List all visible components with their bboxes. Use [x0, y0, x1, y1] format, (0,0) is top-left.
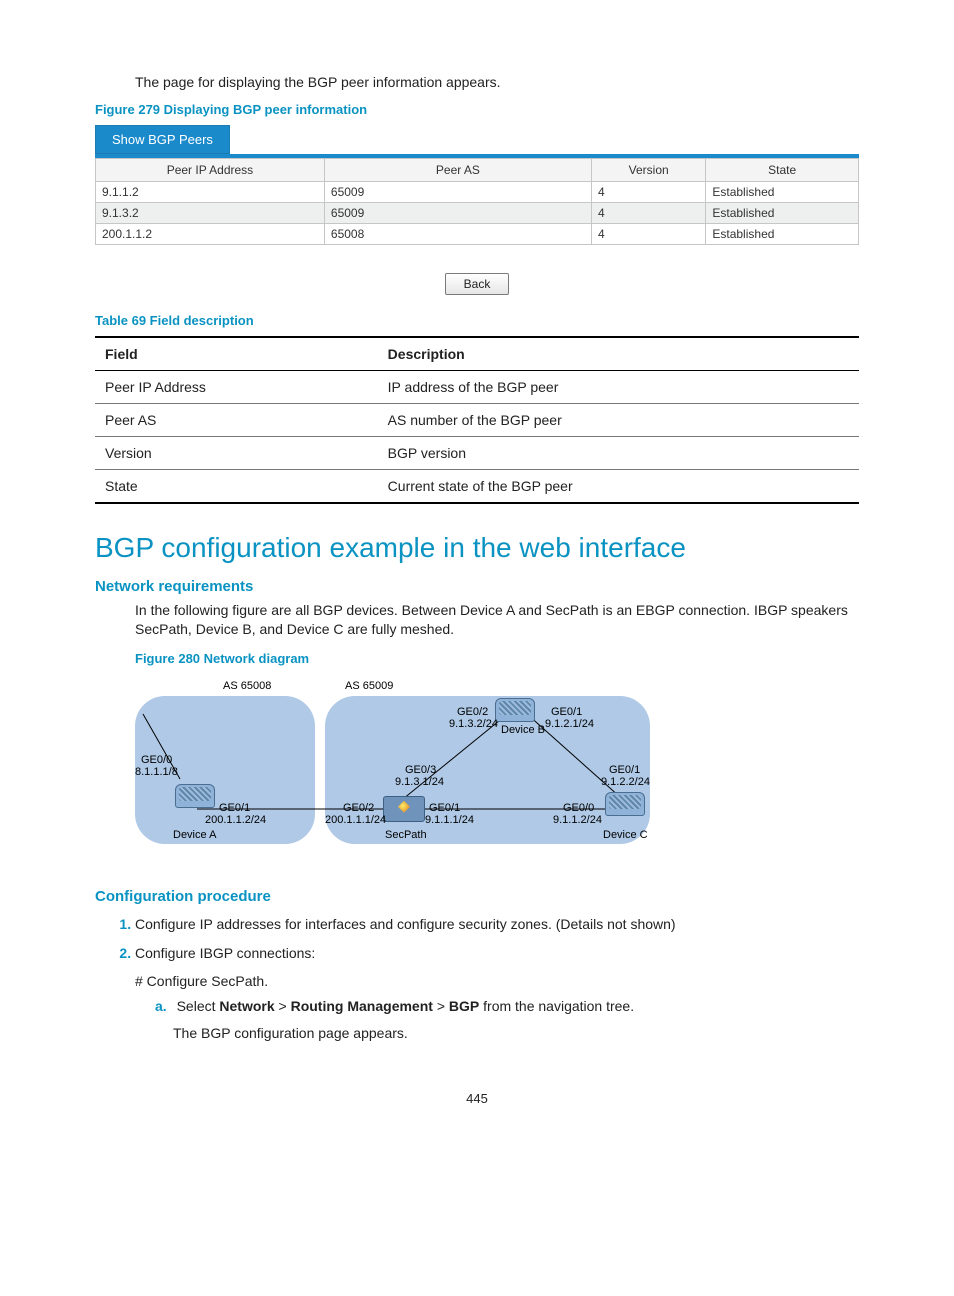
desc-col-description: Description — [378, 337, 859, 371]
secpath-icon — [383, 796, 423, 822]
step-2a-marker: a. — [155, 998, 167, 1014]
label-sp-ge01-ip: 9.1.1.1/24 — [425, 814, 474, 826]
label-ge03-sp: GE0/3 — [405, 764, 436, 776]
step-2a-result: The BGP configuration page appears. — [173, 1024, 859, 1043]
device-c-icon — [605, 792, 645, 818]
label-ge01-sp: GE0/1 — [429, 802, 460, 814]
field-description-table: Field Description Peer IP AddressIP addr… — [95, 336, 859, 504]
label-sp-ge02-ip: 200.1.1.1/24 — [325, 814, 386, 826]
label-ge00-c: GE0/0 — [563, 802, 594, 814]
label-c-ge01-ip: 9.1.2.2/24 — [601, 776, 650, 788]
label-ge02-sp: GE0/2 — [343, 802, 374, 814]
page-number: 445 — [95, 1091, 859, 1106]
label-ge01-c: GE0/1 — [609, 764, 640, 776]
network-requirements-para: In the following figure are all BGP devi… — [135, 601, 859, 639]
col-peer-as: Peer AS — [324, 159, 591, 182]
label-device-a: Device A — [173, 829, 216, 841]
config-procedure-heading: Configuration procedure — [95, 888, 859, 905]
label-a-ge01-ip: 200.1.1.2/24 — [205, 814, 266, 826]
network-diagram: AS 65008 AS 65009 GE0/0 8.1.1.1/8 GE0/1 … — [135, 674, 655, 874]
back-button[interactable]: Back — [445, 273, 510, 295]
section-heading: BGP configuration example in the web int… — [95, 532, 859, 564]
label-c-ge00-ip: 9.1.1.2/24 — [553, 814, 602, 826]
col-state: State — [706, 159, 859, 182]
bgp-tab: Show BGP Peers — [95, 125, 230, 154]
step-2: Configure IBGP connections: # Configure … — [135, 944, 859, 1043]
as-label-left: AS 65008 — [223, 680, 271, 692]
table-row: Peer ASAS number of the BGP peer — [95, 404, 859, 437]
label-b-ge02-ip: 9.1.3.2/24 — [449, 718, 498, 730]
device-a-icon — [175, 784, 215, 810]
table-69-caption: Table 69 Field description — [95, 313, 859, 328]
step-2a: a. Select Network > Routing Management >… — [155, 997, 859, 1043]
desc-col-field: Field — [95, 337, 378, 371]
label-b-ge01-ip: 9.1.2.1/24 — [545, 718, 594, 730]
procedure-list: Configure IP addresses for interfaces an… — [115, 915, 859, 1044]
label-device-b: Device B — [501, 724, 545, 736]
label-secpath: SecPath — [385, 829, 427, 841]
intro-paragraph: The page for displaying the BGP peer inf… — [135, 74, 859, 90]
table-row: 9.1.1.2 65009 4 Established — [96, 182, 859, 203]
table-row: StateCurrent state of the BGP peer — [95, 470, 859, 504]
col-version: Version — [591, 159, 705, 182]
table-row: VersionBGP version — [95, 437, 859, 470]
label-device-c: Device C — [603, 829, 648, 841]
step-1: Configure IP addresses for interfaces an… — [135, 915, 859, 935]
label-a-ge00-ip: 8.1.1.1/8 — [135, 766, 178, 778]
label-ge01-b: GE0/1 — [551, 706, 582, 718]
network-requirements-heading: Network requirements — [95, 578, 859, 595]
step-2-sub: # Configure SecPath. — [135, 972, 859, 991]
label-ge02-b: GE0/2 — [457, 706, 488, 718]
table-row: Peer IP AddressIP address of the BGP pee… — [95, 371, 859, 404]
figure-279-caption: Figure 279 Displaying BGP peer informati… — [95, 102, 859, 117]
col-peer-ip: Peer IP Address — [96, 159, 325, 182]
table-row: 9.1.3.2 65009 4 Established — [96, 203, 859, 224]
device-b-icon — [495, 698, 535, 724]
label-ge01: GE0/1 — [219, 802, 250, 814]
label-sp-ge03-ip: 9.1.3.1/24 — [395, 776, 444, 788]
bgp-peers-table: Peer IP Address Peer AS Version State 9.… — [95, 158, 859, 245]
figure-280-caption: Figure 280 Network diagram — [135, 651, 859, 666]
bgp-peers-screenshot: Show BGP Peers Peer IP Address Peer AS V… — [95, 125, 859, 245]
table-row: 200.1.1.2 65008 4 Established — [96, 224, 859, 245]
as-label-right: AS 65009 — [345, 680, 393, 692]
label-ge00: GE0/0 — [141, 754, 172, 766]
